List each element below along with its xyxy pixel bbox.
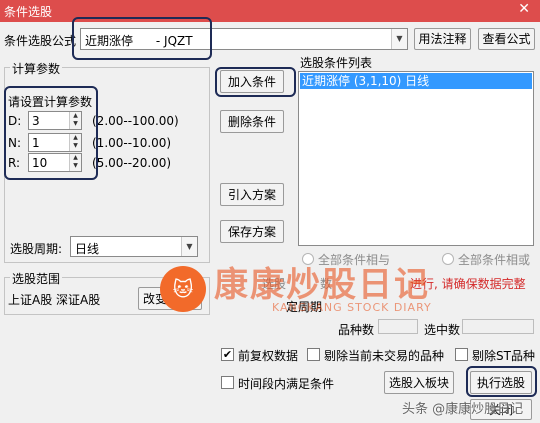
exclude-untraded-checkbox[interactable] <box>307 348 320 361</box>
exclude-st-label: 剔除ST品种 <box>472 349 535 363</box>
or-radio-label: 全部条件相或 <box>458 253 531 267</box>
watermark-sub: KANGKANG STOCK DIARY <box>272 301 432 314</box>
save-plan-button[interactable]: 保存方案 <box>220 220 284 243</box>
watermark-text: 康康炒股日记 <box>214 265 430 305</box>
count-field <box>378 319 418 334</box>
or-radio[interactable] <box>442 253 454 265</box>
period-value: 日线 <box>75 242 100 256</box>
run-highlight <box>466 366 537 397</box>
usage-button[interactable]: 用法注释 <box>414 28 471 50</box>
scope-legend: 选股范围 <box>10 270 63 287</box>
close-icon[interactable]: ✕ <box>518 1 530 17</box>
param-n-range: (1.00--10.00) <box>92 136 172 150</box>
adjust-label: 前复权数据 <box>238 349 299 363</box>
delete-condition-button[interactable]: 删除条件 <box>220 110 284 133</box>
time-range-label: 时间段内满足条件 <box>238 377 335 391</box>
period-label: 选股周期: <box>10 242 63 256</box>
condition-list-label: 选股条件列表 <box>300 56 373 70</box>
source-watermark: 头条 @康康炒股日记 <box>402 402 524 417</box>
chevron-down-icon[interactable]: ▼ <box>181 237 197 256</box>
count-label: 品种数 <box>338 323 375 337</box>
view-formula-button[interactable]: 查看公式 <box>478 28 535 50</box>
watermark-logo: 🐱 <box>160 266 206 312</box>
scope-value: 上证A股 深证A股 <box>8 293 101 307</box>
import-plan-button[interactable]: 引入方案 <box>220 183 284 206</box>
window-title: 条件选股 <box>4 5 53 19</box>
add-to-board-button[interactable]: 选股入板块 <box>384 371 454 394</box>
exclude-st-checkbox[interactable] <box>455 348 468 361</box>
chevron-down-icon[interactable]: ▼ <box>391 29 407 49</box>
formula-label: 条件选股公式 <box>4 34 77 48</box>
param-r-range: (5.00--20.00) <box>92 156 172 170</box>
period-select[interactable]: 日线 ▼ <box>70 236 198 257</box>
param-d-range: (2.00--100.00) <box>92 114 179 128</box>
params-legend: 计算参数 <box>10 60 63 77</box>
selected-field <box>462 319 534 334</box>
exclude-untraded-label: 剔除当前未交易的品种 <box>324 349 445 363</box>
selected-label: 选中数 <box>424 323 461 337</box>
adjust-checkbox[interactable]: ✔ <box>221 348 234 361</box>
add-highlight <box>215 67 296 97</box>
condition-item[interactable]: 近期涨停 (3,1,10) 日线 <box>300 73 532 89</box>
formula-highlight <box>72 17 212 60</box>
params-highlight <box>4 86 98 180</box>
time-range-checkbox[interactable] <box>221 376 234 389</box>
condition-list[interactable]: 近期涨停 (3,1,10) 日线 <box>298 71 534 246</box>
